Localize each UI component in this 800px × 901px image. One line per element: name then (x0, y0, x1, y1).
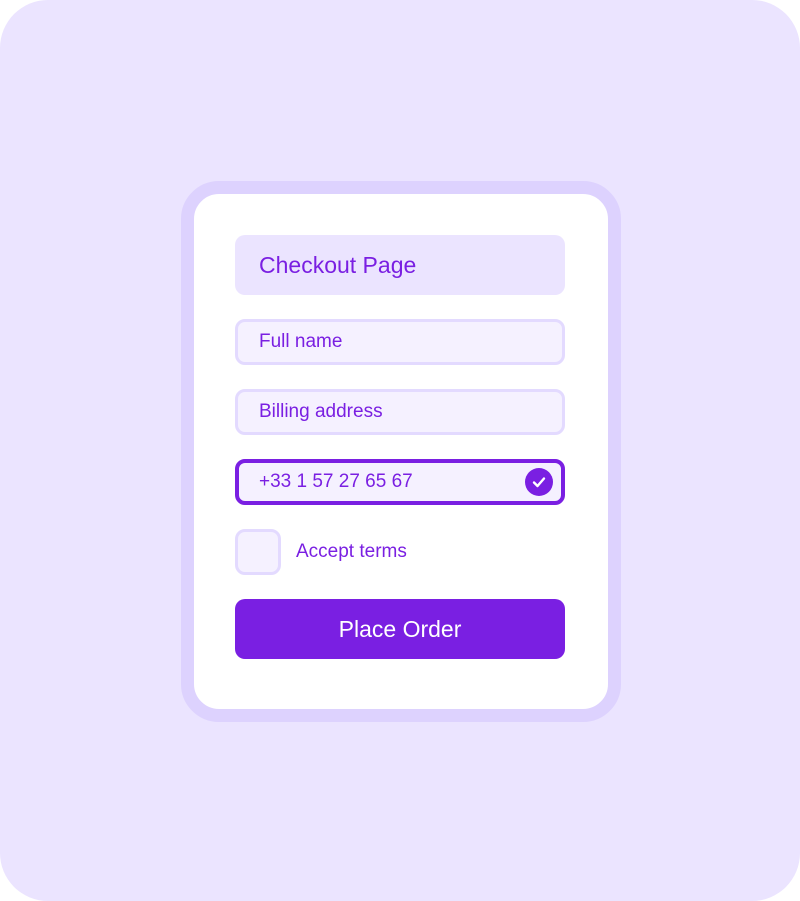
place-order-label: Place Order (338, 615, 462, 642)
page-title: Checkout Page (235, 235, 565, 295)
accept-terms-row: Accept terms (235, 529, 407, 575)
full-name-placeholder: Full name (259, 331, 343, 352)
page-title-text: Checkout Page (259, 251, 417, 278)
accept-terms-checkbox[interactable] (235, 529, 281, 575)
page-background: Checkout Page Full name Billing address … (0, 0, 800, 901)
phone-field[interactable]: +33 1 57 27 65 67 (235, 459, 565, 505)
checkout-card: Checkout Page Full name Billing address … (181, 181, 621, 722)
billing-address-field[interactable]: Billing address (235, 389, 565, 435)
billing-address-placeholder: Billing address (259, 401, 383, 422)
check-circle-icon (525, 468, 553, 496)
accept-terms-label[interactable]: Accept terms (296, 541, 407, 563)
phone-value: +33 1 57 27 65 67 (259, 471, 413, 492)
place-order-button[interactable]: Place Order (235, 599, 565, 659)
full-name-field[interactable]: Full name (235, 319, 565, 365)
